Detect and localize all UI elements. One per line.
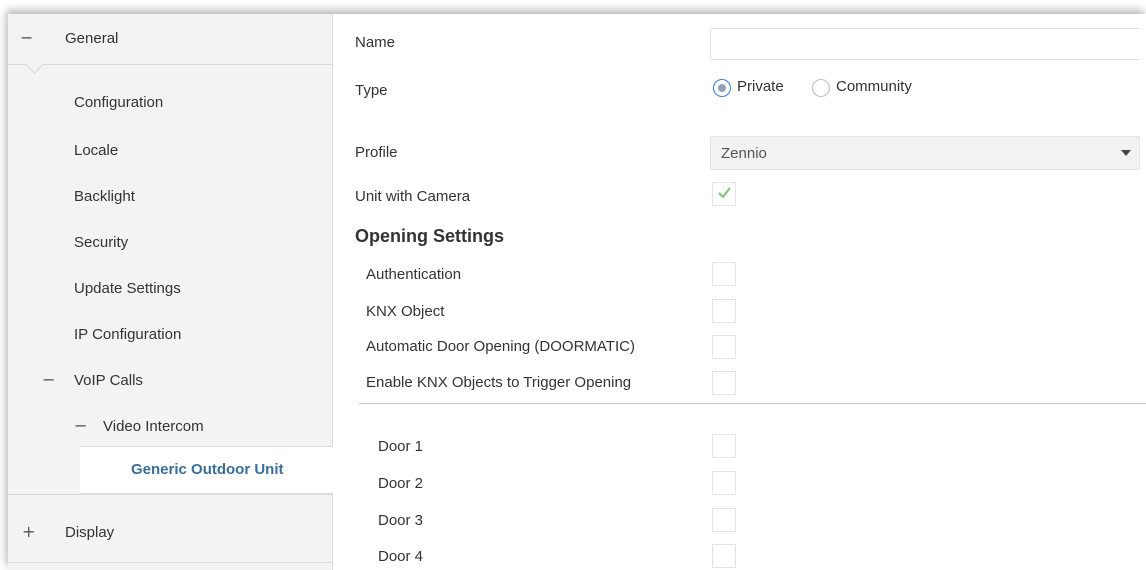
door-3-label: Door 3 — [378, 512, 424, 529]
door-1-label: Door 1 — [378, 438, 424, 455]
collapse-icon[interactable]: − — [42, 370, 55, 389]
sidebar-item-generic-outdoor-unit-label[interactable]: Generic Outdoor Unit — [131, 461, 284, 478]
profile-label: Profile — [355, 144, 398, 161]
unit-with-camera-label: Unit with Camera — [355, 188, 471, 205]
name-label: Name — [355, 34, 396, 51]
sidebar-group-general-label[interactable]: General — [65, 30, 118, 47]
sidebar-item-generic-outdoor-unit[interactable]: Generic Outdoor Unit — [80, 446, 333, 494]
section-divider — [359, 403, 1146, 404]
chevron-down-icon — [1121, 150, 1131, 156]
doormatic-checkbox[interactable] — [712, 335, 736, 359]
door-1-checkbox[interactable] — [712, 434, 736, 458]
sidebar-group-general[interactable]: − General — [8, 14, 332, 65]
authentication-label: Authentication — [366, 266, 462, 283]
door-3-checkbox[interactable] — [712, 508, 736, 532]
community-radio-label[interactable]: Community — [836, 78, 912, 95]
sidebar-divider — [8, 562, 332, 563]
private-radio-label[interactable]: Private — [737, 78, 784, 95]
sidebar-item-configuration[interactable]: Configuration — [74, 94, 163, 111]
parameters-window: − General Configuration Locale Backlight… — [8, 14, 1146, 570]
doormatic-label: Automatic Door Opening (DOORMATIC) — [366, 338, 635, 355]
door-2-checkbox[interactable] — [712, 471, 736, 495]
sidebar-item-locale[interactable]: Locale — [74, 142, 118, 159]
door-4-checkbox[interactable] — [712, 544, 736, 568]
sidebar-item-backlight[interactable]: Backlight — [74, 188, 135, 205]
authentication-checkbox[interactable] — [712, 262, 736, 286]
community-radio[interactable] — [812, 79, 830, 97]
enable-knx-trigger-label: Enable KNX Objects to Trigger Opening — [366, 374, 632, 391]
collapse-icon[interactable]: − — [74, 416, 87, 435]
door-4-label: Door 4 — [378, 548, 424, 565]
sidebar: − General Configuration Locale Backlight… — [8, 14, 333, 570]
expand-icon[interactable]: + — [22, 522, 35, 541]
knx-object-checkbox[interactable] — [712, 299, 736, 323]
sidebar-divider — [8, 494, 332, 495]
sidebar-item-security[interactable]: Security — [74, 234, 128, 251]
collapse-icon[interactable]: − — [20, 28, 33, 47]
check-icon — [718, 187, 731, 198]
private-radio[interactable] — [713, 79, 731, 97]
profile-dropdown-value: Zennio — [721, 145, 767, 162]
opening-settings-heading: Opening Settings — [355, 226, 505, 246]
sidebar-item-ip-configuration[interactable]: IP Configuration — [74, 326, 181, 343]
type-label: Type — [355, 82, 388, 99]
parameters-panel: Name Type Private Community Profile Zenn… — [333, 14, 1146, 570]
name-input[interactable] — [710, 28, 1140, 60]
sidebar-group-display[interactable]: Display — [65, 524, 114, 541]
sidebar-item-video-intercom[interactable]: Video Intercom — [103, 418, 204, 435]
profile-dropdown[interactable]: Zennio — [710, 136, 1140, 170]
sidebar-item-update-settings[interactable]: Update Settings — [74, 280, 181, 297]
knx-object-label: KNX Object — [366, 303, 445, 320]
unit-with-camera-checkbox[interactable] — [712, 182, 736, 206]
sidebar-item-voip-calls[interactable]: VoIP Calls — [74, 372, 143, 389]
enable-knx-trigger-checkbox[interactable] — [712, 371, 736, 395]
door-2-label: Door 2 — [378, 475, 424, 492]
